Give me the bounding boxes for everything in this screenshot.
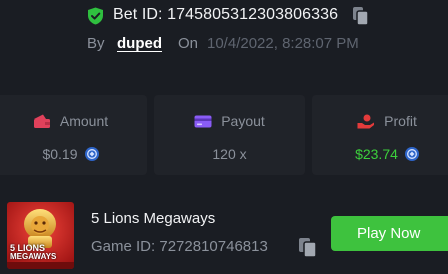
currency-coin-icon: [84, 147, 99, 161]
amount-value: $0.19: [42, 146, 78, 162]
profit-label: Profit: [384, 113, 417, 129]
profit-header: Profit: [312, 112, 448, 130]
copy-icon[interactable]: [352, 6, 370, 26]
card-icon: [194, 115, 212, 127]
by-label: By: [87, 35, 105, 52]
shield-check-icon: [88, 7, 103, 25]
payout-label: Payout: [221, 113, 265, 129]
amount-value-row: $0.19: [0, 145, 147, 163]
bet-id-label: Bet ID:: [113, 6, 163, 23]
hand-coin-icon: [357, 114, 375, 128]
game-id-value: 7272810746813: [159, 238, 268, 255]
bet-id-row: Bet ID: 1745805312303806336: [0, 5, 448, 27]
amount-header: Amount: [0, 112, 147, 130]
profit-card: Profit $23.74: [312, 95, 448, 175]
game-thumbnail[interactable]: 5 LIONS MEGAWAYS: [7, 202, 74, 269]
on-label: On: [178, 35, 199, 52]
copy-icon[interactable]: [298, 237, 318, 258]
wallet-icon: [33, 114, 50, 128]
amount-card: Amount $0.19: [0, 95, 147, 175]
currency-coin-icon: [404, 147, 419, 161]
bet-id-value: 1745805312303806336: [167, 6, 339, 23]
profit-value-row: $23.74: [312, 145, 448, 163]
stats-row: Amount $0.19 Payout 120 x Profit $23.74: [0, 95, 448, 175]
game-row: 5 LIONS MEGAWAYS 5 Lions Megaways Game I…: [0, 198, 448, 274]
payout-header: Payout: [154, 112, 305, 130]
game-id-label: Game ID:: [91, 238, 156, 255]
game-id-text: Game ID: 7272810746813: [91, 238, 268, 255]
bet-details-panel: Bet ID: 1745805312303806336 By duped On …: [0, 0, 448, 274]
thumbnail-logo: 5 LIONS MEGAWAYS: [10, 244, 70, 261]
payout-value-row: 120 x: [154, 145, 305, 163]
payout-value: 120 x: [212, 146, 247, 162]
amount-label: Amount: [59, 113, 109, 129]
bet-date: 10/4/2022, 8:28:07 PM: [207, 35, 359, 52]
bet-id-text: Bet ID: 1745805312303806336: [113, 6, 338, 24]
author-row: By duped On 10/4/2022, 8:28:07 PM: [0, 35, 448, 55]
play-now-button[interactable]: Play Now: [331, 216, 448, 251]
thumbnail-logo-line-2: MEGAWAYS: [10, 252, 57, 261]
payout-card: Payout 120 x: [154, 95, 305, 175]
username-link[interactable]: duped: [117, 35, 162, 52]
profit-value: $23.74: [355, 146, 398, 162]
game-title[interactable]: 5 Lions Megaways: [91, 210, 215, 227]
